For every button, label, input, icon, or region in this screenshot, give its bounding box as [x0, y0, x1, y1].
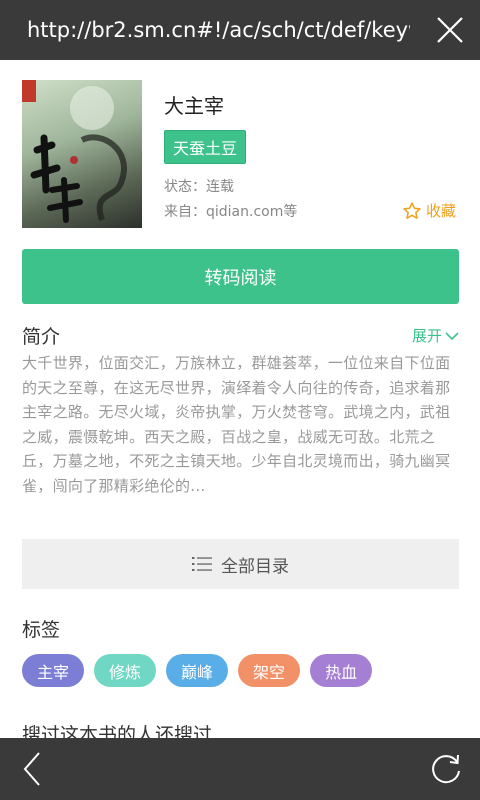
tag-item[interactable]: 架空 [238, 654, 301, 687]
star-icon [403, 201, 421, 219]
tag-item[interactable]: 巅峰 [166, 654, 229, 687]
book-source: 来自：qidian.com等 [164, 204, 298, 220]
address-bar[interactable]: http://br2.sm.cn#!/ac/sch/ct/def/keyword… [0, 18, 410, 42]
tag-item[interactable]: 热血 [310, 654, 373, 687]
tags-heading: 标签 [22, 619, 61, 641]
expand-button[interactable]: 展开 [412, 325, 459, 346]
book-title: 大主宰 [164, 94, 224, 118]
book-status: 状态：连载 [164, 179, 234, 195]
list-icon [192, 557, 212, 571]
book-cover[interactable] [22, 80, 142, 228]
browser-top-bar: http://br2.sm.cn#!/ac/sch/ct/def/keyword… [0, 0, 480, 60]
chevron-left-icon [23, 752, 40, 786]
refresh-icon [432, 754, 460, 784]
tag-list: 主宰 修炼 巅峰 架空 热血 [22, 654, 382, 687]
collect-label: 收藏 [425, 202, 456, 220]
refresh-button[interactable] [424, 744, 468, 794]
read-button[interactable]: 转码阅读 [22, 249, 459, 304]
intro-text: 大千世界，位面交汇，万族林立，群雄荟萃，一位位来自下位面的天之至尊，在这无尽世界… [22, 354, 451, 495]
catalog-label: 全部目录 [221, 556, 289, 577]
chevron-down-icon [445, 331, 459, 340]
cover-art [22, 80, 127, 223]
close-icon [437, 17, 463, 43]
back-button[interactable] [10, 744, 54, 794]
intro-header: 简介 展开 [22, 322, 459, 348]
close-button[interactable] [420, 0, 480, 60]
tag-item[interactable]: 主宰 [22, 654, 85, 687]
intro-heading: 简介 [22, 326, 61, 348]
collect-button[interactable]: 收藏 [402, 200, 456, 221]
related-heading: 搜过这本书的人还搜过 [22, 724, 213, 738]
author-badge[interactable]: 天蚕土豆 [164, 130, 247, 164]
book-header: 大主宰 天蚕土豆 状态：连载 来自：qidian.com等 收藏 [22, 80, 460, 230]
book-detail-page: 大主宰 天蚕土豆 状态：连载 来自：qidian.com等 收藏 转码阅读 简介… [0, 60, 480, 738]
tag-item[interactable]: 修炼 [94, 654, 157, 687]
catalog-button[interactable]: 全部目录 [22, 539, 459, 589]
expand-label: 展开 [411, 327, 442, 345]
browser-bottom-bar [0, 738, 480, 800]
